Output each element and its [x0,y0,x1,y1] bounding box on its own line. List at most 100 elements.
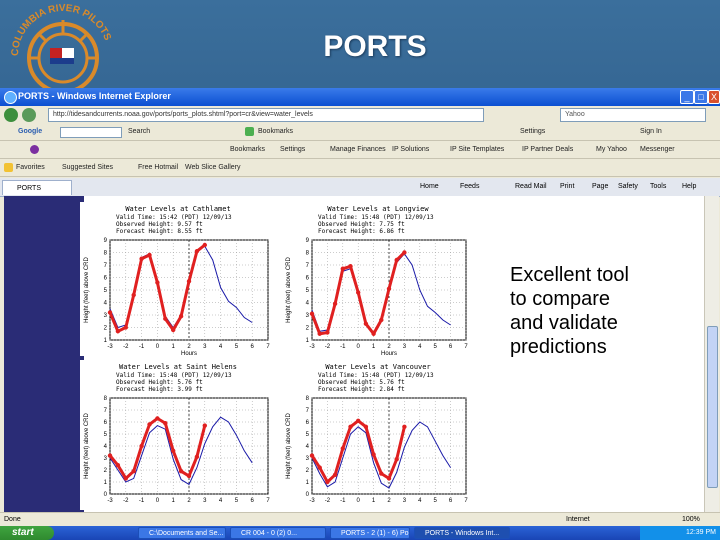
toolbar-ip-solutions[interactable]: IP Solutions [392,146,429,153]
favorites-label[interactable]: Favorites [16,164,45,171]
cmd-tools[interactable]: Tools [650,183,666,190]
toolbar-settings[interactable]: Settings [280,146,305,153]
observed-point [163,316,168,321]
y-tick-label: 3 [306,456,310,462]
x-tick-label: 3 [403,344,407,350]
observed-point [340,446,345,451]
observed-point [171,327,176,333]
x-tick-label: 3 [403,498,407,504]
x-tick-label: 5 [235,498,239,504]
water-level-chart: Water Levels at Longview Valid Time: 15:4… [282,202,474,356]
observed-point [131,292,136,298]
cmd-safety[interactable]: Safety [618,183,638,190]
chart-info-line: Forecast Height: 2.84 ft [318,386,405,393]
ie-logo-icon [4,91,17,104]
cmd-help[interactable]: Help [682,183,696,190]
x-tick-label: 0 [357,344,361,350]
y-tick-label: 5 [306,288,310,294]
google-search-input[interactable] [60,127,122,138]
favorite-web-slice[interactable]: Web Slice Gallery [185,164,241,171]
chart-info-line: Forecast Height: 8.55 ft [116,228,203,235]
task-ports-ppt[interactable]: PORTS - 2 (1) - 6) Po... [330,527,410,539]
x-tick-label: -3 [309,344,315,350]
cmd-page[interactable]: Page [592,183,608,190]
y-tick-label: 4 [306,301,310,307]
scrollbar-thumb[interactable] [707,326,718,488]
y-tick-label: 5 [104,288,108,294]
vertical-scrollbar[interactable] [704,196,719,512]
favorites-star-icon[interactable] [4,163,13,172]
toolbar-ip-templates[interactable]: IP Site Templates [450,146,504,153]
y-tick-label: 2 [306,468,310,474]
toolbar-ip-deals[interactable]: IP Partner Deals [522,146,573,153]
bookmark-icon[interactable] [245,127,254,136]
google-settings[interactable]: Settings [520,128,545,135]
y-tick-label: 6 [306,276,310,282]
cmd-print[interactable]: Print [560,183,574,190]
tab-ports[interactable]: PORTS [2,180,72,195]
zoom-level[interactable]: 100% [682,516,700,523]
callout-line: and validate [510,312,618,334]
y-axis-label: Height (feet) above CRD [286,256,292,322]
browser-title: PORTS - Windows Internet Explorer [18,91,171,101]
x-tick-label: 2 [387,498,391,504]
chart-info-line: Observed Height: 9.57 ft [116,221,203,228]
observed-point [186,473,192,479]
chart-svg: Water Levels at VancouverValid Time: 15:… [286,363,468,504]
x-tick-label: -1 [139,498,145,504]
address-input[interactable]: http://tidesandcurrents.noaa.gov/ports/p… [48,108,484,122]
google-bookmarks[interactable]: Bookmarks [258,128,293,135]
page-left-band [4,196,84,512]
x-tick-label: -2 [325,498,331,504]
y-axis-label: Height (feet) above CRD [84,256,90,322]
y-tick-label: 2 [104,326,108,332]
y-tick-label: 4 [306,444,310,450]
y-tick-label: 1 [104,480,108,486]
google-sign-in[interactable]: Sign In [640,128,662,135]
x-tick-label: 5 [434,344,438,350]
forward-icon[interactable] [22,108,36,122]
x-tick-label: 1 [372,344,376,350]
x-axis-label: Hours [381,351,397,356]
toolbar-finances[interactable]: Manage Finances [330,146,386,153]
y-tick-label: 8 [104,251,108,257]
observed-point [371,331,376,336]
task-ports-ie[interactable]: PORTS - Windows Int... [414,527,510,539]
observed-point [325,330,330,335]
x-tick-label: -3 [309,498,315,504]
chart-title: Water Levels at Cathlamet [125,205,230,213]
x-tick-label: 7 [464,344,468,350]
chart-info-line: Forecast Height: 3.99 ft [116,386,203,393]
tab-row: PORTS Home Feeds Read Mail Print Page Sa… [0,178,720,197]
toolbar-my-yahoo[interactable]: My Yahoo [596,146,627,153]
toolbar-bookmarks[interactable]: Bookmarks [230,146,265,153]
y-tick-label: 3 [104,456,108,462]
favorite-hotmail[interactable]: Free Hotmail [138,164,178,171]
observed-point [139,443,144,449]
x-tick-label: 5 [434,498,438,504]
maximize-button[interactable]: □ [694,90,708,104]
back-icon[interactable] [4,108,18,122]
x-tick-label: -1 [340,344,346,350]
y-tick-label: 1 [306,480,310,486]
start-button[interactable]: start [0,526,54,540]
favorite-suggested-sites[interactable]: Suggested Sites [62,164,113,171]
toolbar-messenger[interactable]: Messenger [640,146,675,153]
x-tick-label: 1 [172,498,176,504]
observed-point [155,416,160,421]
yahoo-icon[interactable] [30,145,39,154]
x-tick-label: -1 [139,344,145,350]
minimize-button[interactable]: _ [680,90,694,104]
task-cr[interactable]: CR 004 - 0 (2) 0... [230,527,326,539]
cmd-feeds[interactable]: Feeds [460,183,479,190]
chart-info-line: Observed Height: 5.76 ft [318,379,405,386]
task-documents[interactable]: C:\Documents and Se... [138,527,226,539]
water-level-chart: Water Levels at Cathlamet Valid Time: 15:… [80,202,276,356]
cmd-home[interactable]: Home [420,183,439,190]
x-tick-label: 3 [203,344,207,350]
cmd-read-mail[interactable]: Read Mail [515,183,547,190]
close-button[interactable]: X [708,90,720,104]
google-search-button[interactable]: Search [128,128,150,135]
observed-point [317,465,322,470]
search-input[interactable]: Yahoo [560,108,706,122]
